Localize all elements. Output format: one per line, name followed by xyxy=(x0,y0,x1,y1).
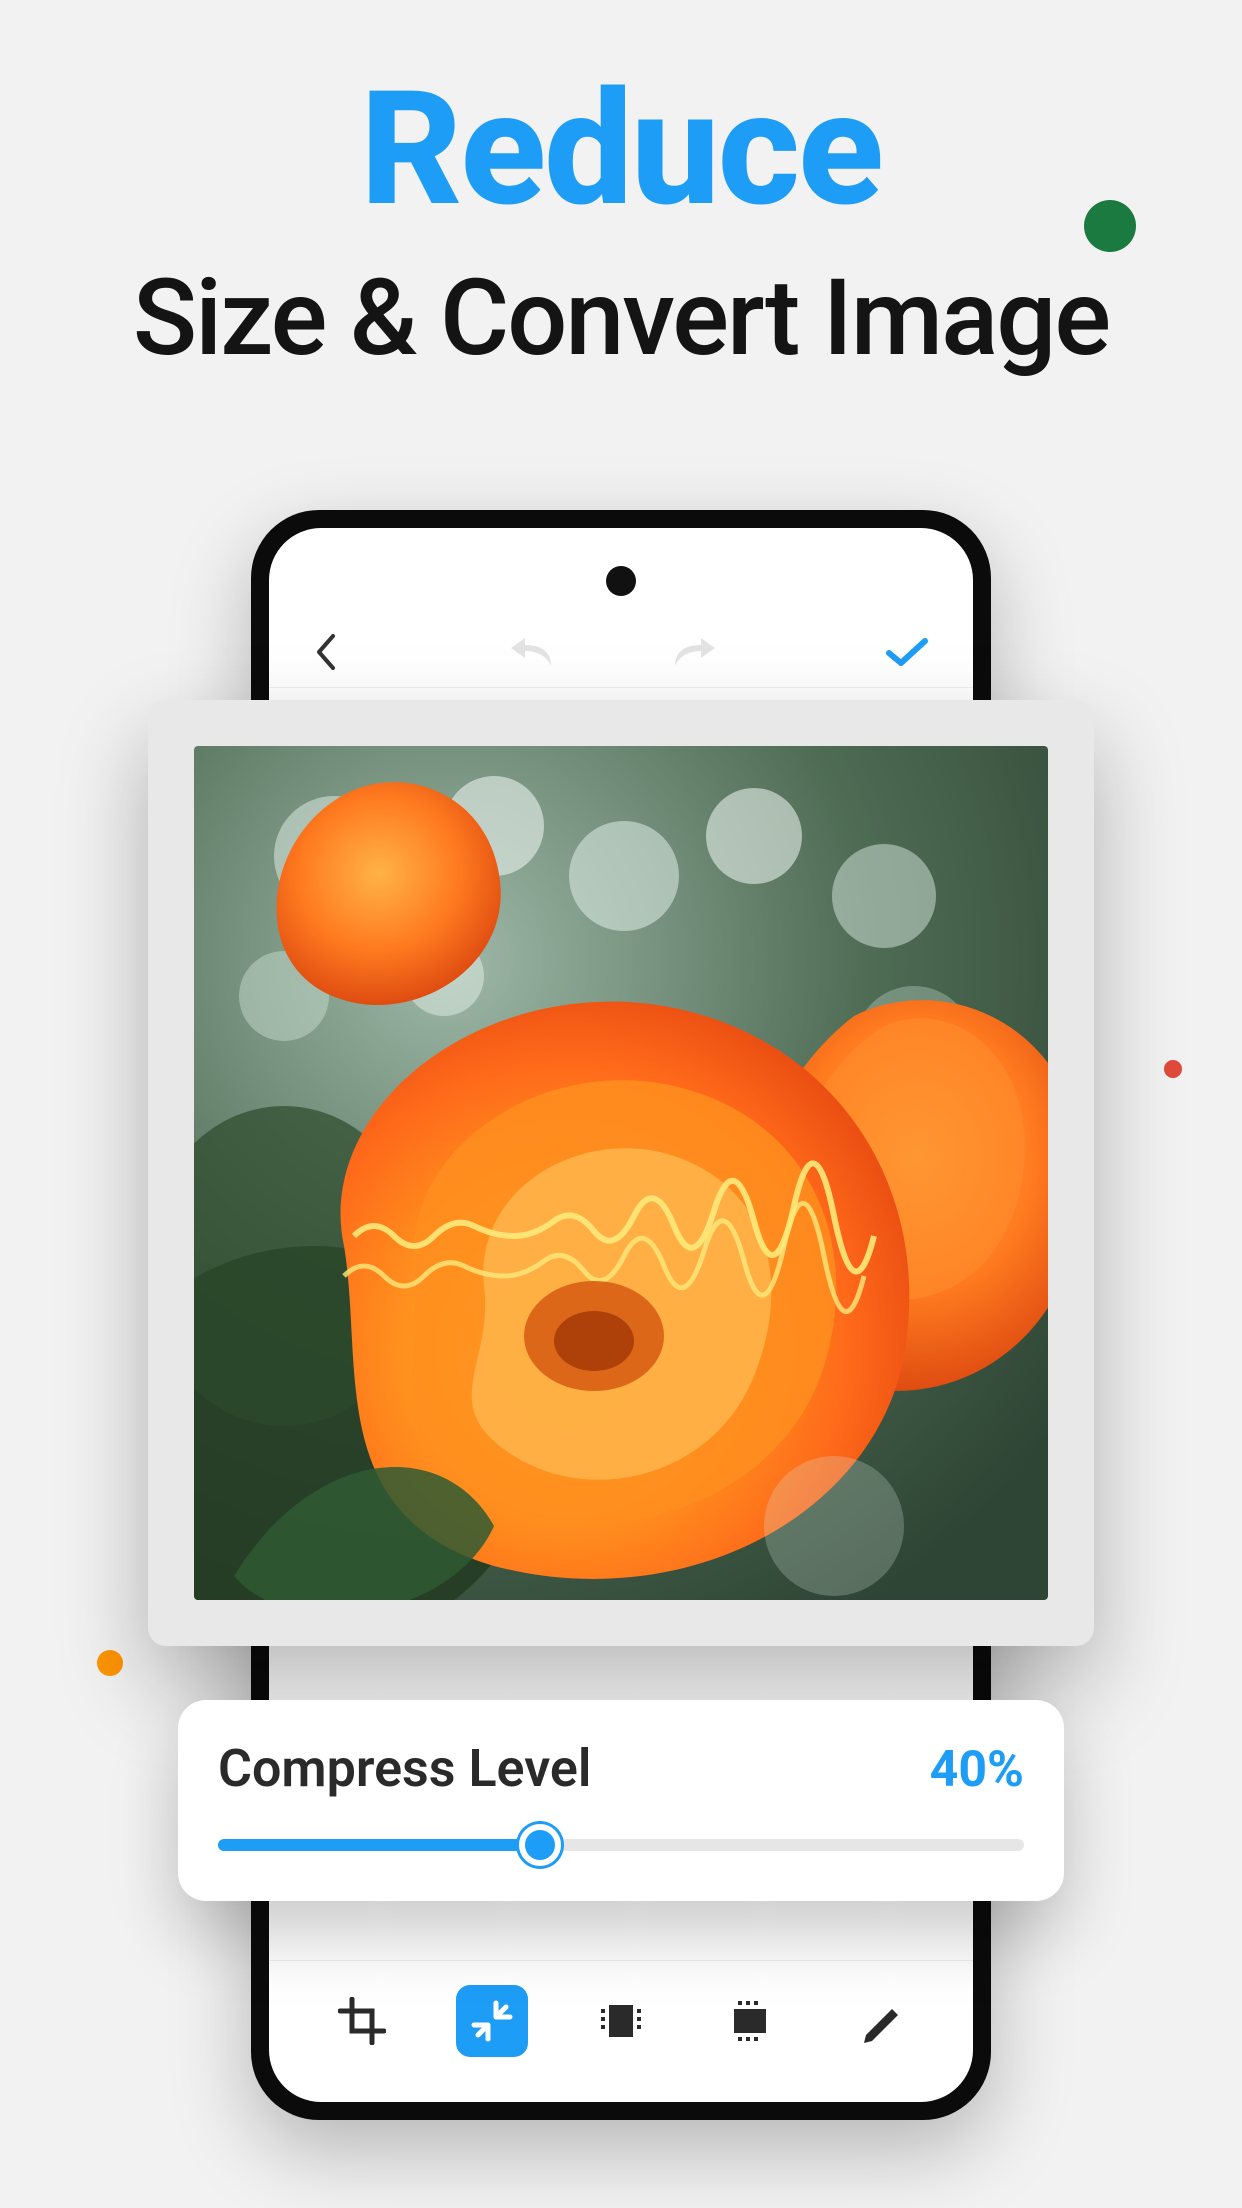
compress-level-card: Compress Level 40% xyxy=(178,1700,1064,1901)
app-bar xyxy=(269,616,973,688)
camera-hole xyxy=(606,566,636,596)
tool-compress[interactable] xyxy=(456,1985,528,2057)
headline: Reduce Size & Convert Image xyxy=(0,0,1242,380)
redo-icon[interactable] xyxy=(673,634,719,670)
undo-icon[interactable] xyxy=(507,634,553,670)
slider-thumb[interactable] xyxy=(519,1824,561,1866)
bottom-toolbar xyxy=(269,1960,973,2060)
decoration-dot-green xyxy=(1084,200,1136,252)
compress-level-slider[interactable] xyxy=(218,1839,1024,1851)
image-preview xyxy=(194,746,1048,1600)
tool-resize-horizontal[interactable] xyxy=(585,1985,657,2057)
back-icon[interactable] xyxy=(313,632,341,672)
headline-top: Reduce xyxy=(0,70,1242,228)
decoration-dot-red xyxy=(1164,1060,1182,1078)
compress-level-value: 40% xyxy=(930,1741,1024,1799)
image-preview-card xyxy=(148,700,1094,1646)
confirm-icon[interactable] xyxy=(885,635,929,669)
headline-sub: Size & Convert Image xyxy=(0,256,1242,380)
tool-edit[interactable] xyxy=(844,1985,916,2057)
decoration-dot-orange xyxy=(97,1650,123,1676)
tool-crop[interactable] xyxy=(326,1985,398,2057)
compress-level-label: Compress Level xyxy=(218,1738,591,1799)
tool-resize-vertical[interactable] xyxy=(714,1985,786,2057)
slider-fill xyxy=(218,1839,540,1851)
